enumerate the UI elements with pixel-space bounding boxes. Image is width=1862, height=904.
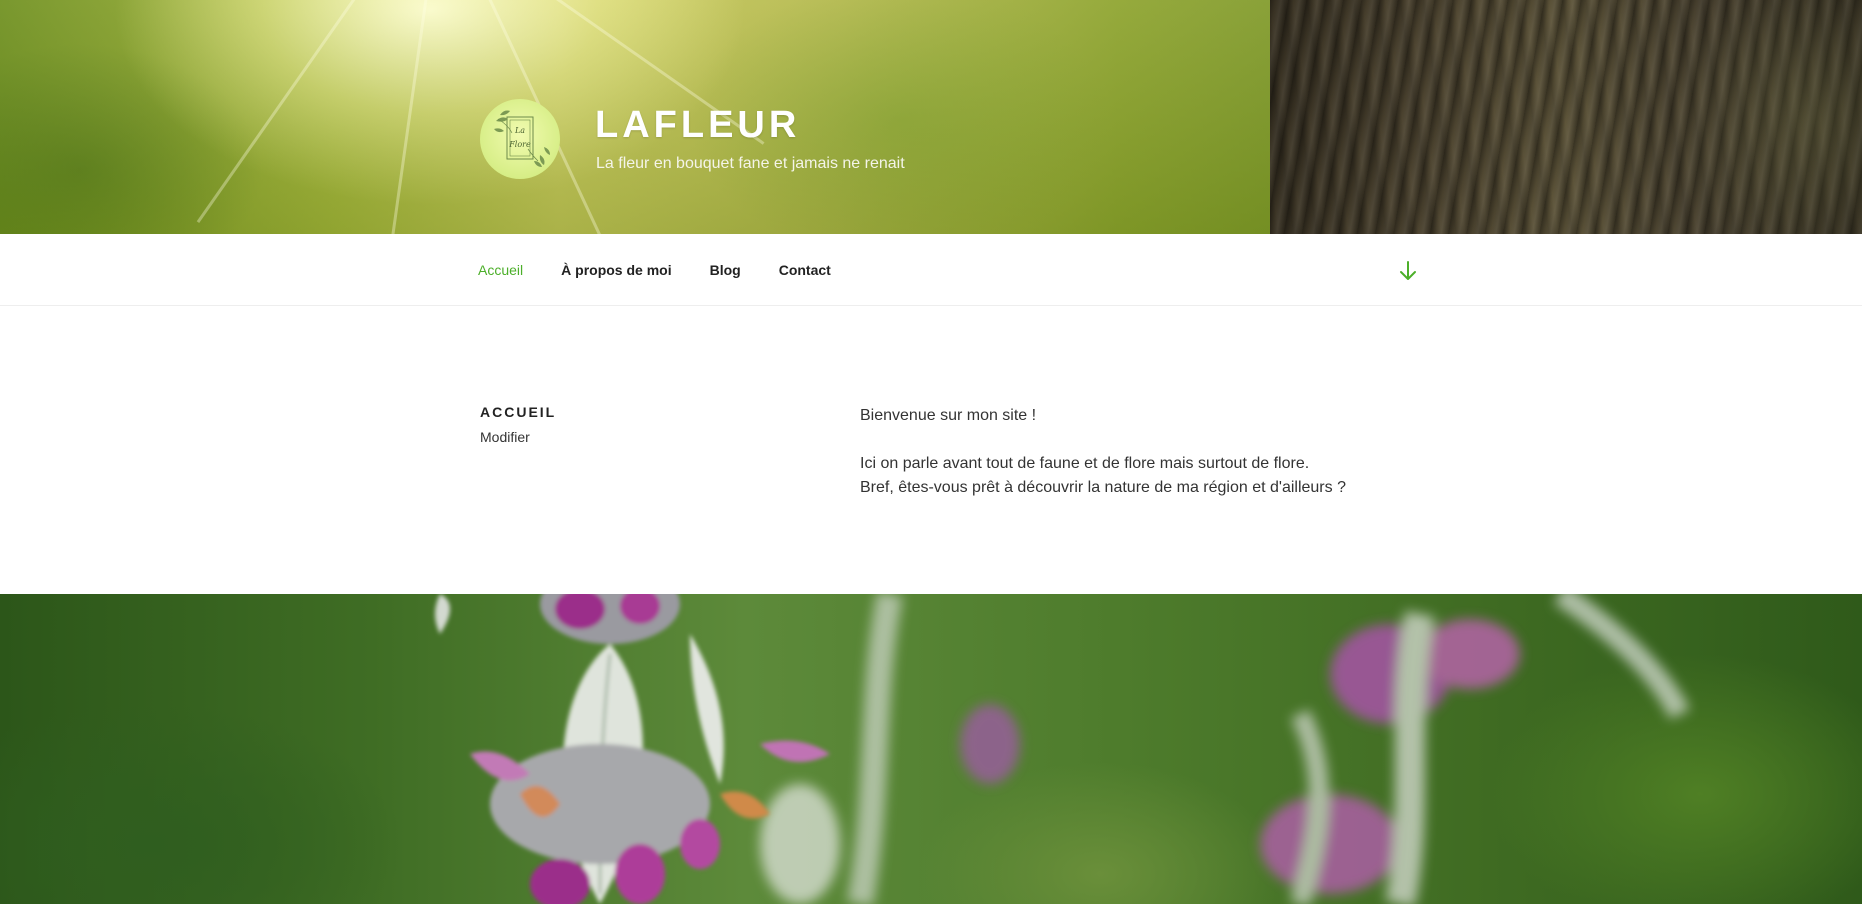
site-tagline: La fleur en bouquet fane et jamais ne re… [596, 155, 905, 172]
main-navigation: Accueil À propos de moi Blog Contact [0, 234, 1862, 306]
site-title[interactable]: LAFLEUR [595, 104, 800, 147]
site-logo[interactable]: La Flore [480, 99, 560, 179]
flower-illustration [435, 594, 1690, 904]
featured-flower-image [0, 594, 1862, 904]
arrow-down-icon [1400, 261, 1416, 280]
page-content: ACCUEIL Modifier Bienvenue sur mon site … [0, 307, 1862, 594]
nav-item-accueil[interactable]: Accueil [478, 262, 523, 278]
nav-menu: Accueil À propos de moi Blog Contact [478, 234, 869, 306]
svg-text:La: La [514, 126, 525, 135]
paragraph: Bref, êtes-vous prêt à découvrir la natu… [860, 479, 1346, 496]
entry-content: Bienvenue sur mon site ! Ici on parle av… [860, 404, 1380, 500]
paragraph: Bienvenue sur mon site ! [860, 407, 1037, 424]
nav-item-a-propos[interactable]: À propos de moi [561, 262, 671, 278]
header-hero-image: La Flore LAFLEUR La fleur en bouquet fan… [0, 0, 1862, 234]
nav-item-blog[interactable]: Blog [710, 262, 741, 278]
scroll-down-button[interactable] [1398, 260, 1418, 282]
paragraph: Ici on parle avant tout de faune et de f… [860, 455, 1310, 472]
nav-item-contact[interactable]: Contact [779, 262, 831, 278]
flower-frame-icon: La Flore [494, 110, 550, 167]
svg-text:Flore: Flore [508, 140, 531, 149]
edit-link[interactable]: Modifier [480, 429, 530, 445]
page-title: ACCUEIL [480, 404, 557, 420]
